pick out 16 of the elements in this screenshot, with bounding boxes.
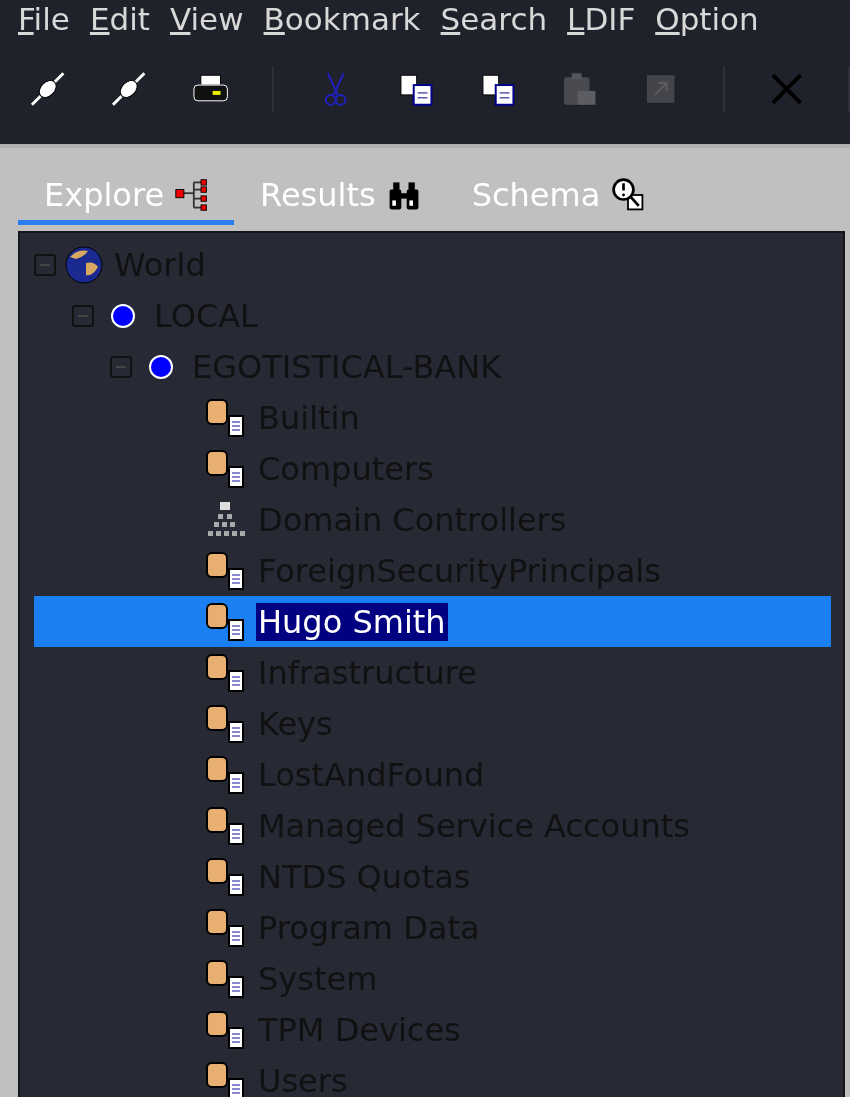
tab[interactable]: Schema xyxy=(445,176,671,225)
menu-item[interactable]: Option xyxy=(655,0,759,38)
menu-item[interactable]: Bookmark xyxy=(263,0,421,38)
globe-icon xyxy=(64,244,104,285)
collapse-icon[interactable] xyxy=(72,304,94,327)
menu-item[interactable]: File xyxy=(18,0,70,38)
tree-row[interactable]: Hugo Smith xyxy=(34,596,831,647)
tab[interactable]: Explore xyxy=(18,176,235,225)
tab[interactable]: Results xyxy=(234,176,446,225)
menu-item[interactable]: View xyxy=(169,0,244,38)
collapse-icon[interactable] xyxy=(110,355,132,378)
menu-item[interactable]: Search xyxy=(440,0,548,38)
collapse-icon[interactable] xyxy=(34,253,56,276)
menu-item[interactable]: Edit xyxy=(89,0,150,38)
tree-label: Hugo Smith xyxy=(256,602,448,641)
menu-item[interactable]: LDIF xyxy=(567,0,636,38)
